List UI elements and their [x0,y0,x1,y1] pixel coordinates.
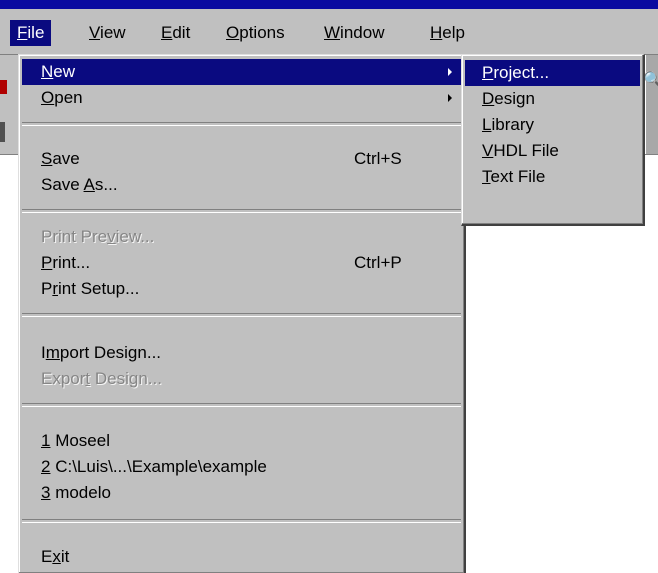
menubar-file-key: F [17,23,28,42]
submenu-arrow-icon [448,94,452,102]
menu-item-save-as[interactable]: Save As... [22,172,461,198]
magnifier-icon[interactable]: 🔍 [643,70,658,90]
toolbar-dark-accent [0,122,5,142]
menu-separator [22,403,461,407]
recent-file-2-post: C:\Luis\...\Example\example [50,457,267,476]
shortcut-print: Ctrl+P [354,253,402,272]
menu-item-exit-post: it [60,547,70,566]
menu-item-print-preview-pre: Print Pre [41,227,108,246]
menu-separator [22,122,461,126]
submenu-item-design[interactable]: Design [465,86,640,112]
submenu-item-vhdl-post: HDL File [493,141,559,160]
menu-item-print-setup[interactable]: Print Setup... [22,276,461,302]
submenu-item-text-file[interactable]: Text File [465,164,640,190]
menu-item-new[interactable]: New [22,59,461,85]
submenu-item-vhdl-file[interactable]: VHDL File [465,138,640,164]
menu-item-exit-key: x [52,547,61,566]
submenu-item-project-post: roject... [493,63,550,82]
menu-item-save-post: ave [52,149,80,168]
menubar-edit[interactable]: Edit [154,20,197,46]
menu-item-new-post: ew [53,62,76,81]
menu-item-save-as-post: s... [94,175,118,194]
menu-bar: File View Edit Options Window Help [0,9,658,55]
menubar-options-post: ptions [239,23,285,42]
menu-item-print-preview-key: v [107,227,116,246]
menu-item-new-key: N [41,62,54,81]
menubar-edit-key: E [161,23,173,42]
menu-item-exit[interactable]: Exit [22,544,461,570]
menu-item-open[interactable]: Open [22,85,461,111]
menu-item-open-key: O [41,88,55,107]
file-menu: New Open Save Ctrl+S Save As... Print Pr… [18,54,466,573]
menu-item-open-post: pen [54,88,83,107]
menubar-view[interactable]: View [82,20,133,46]
menubar-window-post: indow [340,23,385,42]
recent-file-3-post: modelo [50,483,111,502]
submenu-item-library[interactable]: Library [465,112,640,138]
menubar-view-post: iew [100,23,126,42]
menu-item-export-design-post: Design... [90,369,162,388]
recent-file-2[interactable]: 2 C:\Luis\...\Example\example [22,454,461,480]
submenu-item-text-post: ext File [490,167,546,186]
menubar-window[interactable]: Window [317,20,391,46]
menu-separator [22,209,461,213]
submenu-item-project[interactable]: Project... [465,60,640,86]
menubar-edit-post: dit [172,23,191,42]
new-submenu: Project... Design Library VHDL File Text… [461,54,645,226]
shortcut-save: Ctrl+S [354,149,402,168]
menu-item-export-design: Export Design... [22,366,461,392]
toolbar-red-accent [0,80,7,94]
menu-item-import-design-post: port Design... [59,343,162,362]
window-top-border [0,0,658,9]
menubar-file-post: ile [27,23,45,42]
menu-item-print-post: rint... [52,253,91,272]
recent-file-1[interactable]: 1 Moseel [22,428,461,454]
submenu-item-text-key: T [482,167,491,186]
menu-item-print-setup-pre: P [41,279,53,298]
menubar-file[interactable]: File [10,20,52,46]
menu-item-save-as-key: A [83,175,95,194]
submenu-item-design-key: D [482,89,495,108]
submenu-item-design-post: esign [494,89,535,108]
submenu-item-project-key: P [482,63,494,82]
menubar-options-key: O [226,23,240,42]
menubar-help-key: H [430,23,443,42]
menu-item-import-design-key: m [45,343,60,362]
recent-file-1-post: Moseel [50,431,110,450]
menubar-view-key: V [89,23,101,42]
menu-item-import-design[interactable]: Import Design... [22,340,461,366]
submenu-item-vhdl-key: V [482,141,494,160]
menubar-help-post: elp [442,23,465,42]
menu-separator [22,313,461,317]
submenu-arrow-icon [448,68,452,76]
menu-item-print-preview-post: iew... [115,227,155,246]
menu-item-print-key: P [41,253,53,272]
menu-item-save-key: S [41,149,53,168]
menu-item-print-setup-post: int Setup... [58,279,140,298]
menu-item-save[interactable]: Save Ctrl+S [22,146,461,172]
menu-item-print-preview: Print Preview... [22,224,461,250]
menubar-help[interactable]: Help [423,20,472,46]
menu-item-export-design-pre: Expor [41,369,86,388]
menu-item-exit-pre: E [41,547,53,566]
submenu-item-library-post: ibrary [491,115,534,134]
menubar-options[interactable]: Options [219,20,292,46]
menubar-window-key: W [324,23,341,42]
menu-item-print[interactable]: Print... Ctrl+P [22,250,461,276]
menu-item-save-as-pre: Save [41,175,84,194]
recent-file-3[interactable]: 3 modelo [22,480,461,506]
menu-separator [22,519,461,523]
